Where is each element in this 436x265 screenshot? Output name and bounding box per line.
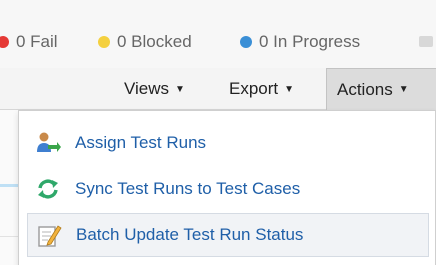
caret-down-icon: ▼ (175, 83, 185, 95)
fail-count: 0 Fail (0, 30, 58, 54)
assign-users-icon (35, 130, 61, 156)
blocked-dot-icon (98, 36, 110, 48)
export-dropdown-button[interactable]: Export ▼ (229, 68, 294, 110)
sync-icon (35, 176, 61, 202)
blocked-label: 0 Blocked (117, 32, 192, 51)
menu-item-batch-update-status[interactable]: Batch Update Test Run Status (27, 213, 429, 257)
actions-label: Actions (337, 79, 393, 99)
actions-dropdown-button[interactable]: Actions ▼ (326, 68, 436, 110)
views-dropdown-button[interactable]: Views ▼ (124, 68, 185, 110)
menu-item-label: Batch Update Test Run Status (76, 225, 304, 244)
truncated-status-icon (419, 36, 433, 47)
fail-label: 0 Fail (16, 32, 58, 51)
caret-down-icon: ▼ (398, 84, 409, 95)
actions-menu: Assign Test Runs Sync Test Runs to Test … (18, 110, 436, 265)
caret-down-icon: ▼ (284, 83, 295, 95)
views-label: Views (124, 79, 170, 98)
in-progress-count: 0 In Progress (240, 30, 360, 54)
menu-item-assign-test-runs[interactable]: Assign Test Runs (27, 121, 429, 165)
in-progress-dot-icon (240, 36, 252, 48)
blocked-count: 0 Blocked (98, 30, 192, 54)
export-label: Export (229, 79, 279, 98)
edit-document-icon (36, 222, 62, 248)
fail-dot-icon (0, 36, 9, 48)
menu-item-label: Sync Test Runs to Test Cases (75, 179, 301, 198)
menu-item-label: Assign Test Runs (75, 133, 207, 152)
menu-item-sync-test-runs[interactable]: Sync Test Runs to Test Cases (27, 167, 429, 211)
in-progress-label: 0 In Progress (259, 32, 361, 51)
toolbar: Views ▼ Export ▼ Actions ▼ (0, 68, 436, 110)
